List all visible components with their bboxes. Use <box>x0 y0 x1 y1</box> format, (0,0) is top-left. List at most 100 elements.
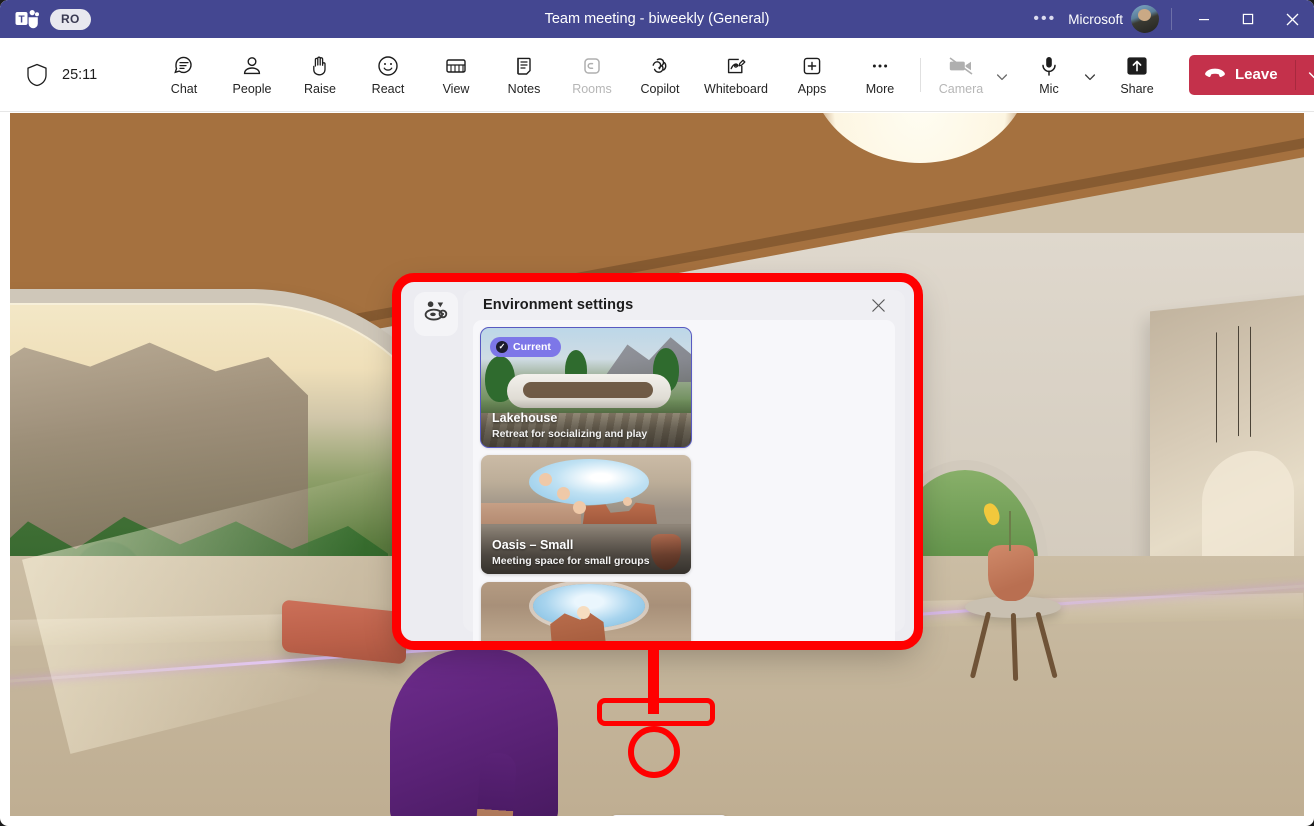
minimize-icon[interactable] <box>1182 0 1226 38</box>
dialog-header: Environment settings <box>463 290 905 320</box>
mic-chevron-down-icon[interactable] <box>1083 48 1103 102</box>
dialog-panel: Environment settings <box>463 290 905 632</box>
toolbar-label: React <box>372 83 405 96</box>
meeting-toolbar: 25:11 Chat People <box>0 38 1314 112</box>
toolbar-label: View <box>443 83 470 96</box>
chat-icon <box>172 53 196 79</box>
user-initials-badge[interactable]: RO <box>50 9 91 30</box>
oasis-large-thumbnail <box>481 582 691 642</box>
environment-settings-icon <box>423 300 449 329</box>
leave-label: Leave <box>1235 66 1278 83</box>
self-avatar-body <box>390 649 558 816</box>
hangup-phone-icon <box>1204 66 1226 84</box>
check-circle-icon: ✓ <box>496 341 508 353</box>
scene-flower-stem <box>1009 511 1011 551</box>
toolbar-primary-actions: Chat People Raise <box>150 46 914 104</box>
environment-name: Lakehouse <box>492 411 557 425</box>
toolbar-divider <box>920 58 921 92</box>
toolbar-label: Apps <box>798 83 827 96</box>
rooms-icon <box>580 53 604 79</box>
camera-chevron-down-icon[interactable] <box>995 48 1015 102</box>
more-ellipsis-icon <box>868 53 892 79</box>
leave-button[interactable]: Leave <box>1189 55 1314 95</box>
toolbar-label: Notes <box>508 83 541 96</box>
toolbar-label: Camera <box>939 83 983 96</box>
self-avatar-arm <box>475 752 517 816</box>
toolbar-item-raise[interactable]: Raise <box>286 46 354 104</box>
toolbar-item-more[interactable]: More <box>846 46 914 104</box>
toolbar-label: Copilot <box>641 83 680 96</box>
view-grid-icon <box>444 53 468 79</box>
title-bar-right-controls: ••• Microsoft <box>1025 0 1314 38</box>
toolbar-item-mic[interactable]: Mic <box>1015 46 1083 104</box>
title-bar: T RO Team meeting - biweekly (General) •… <box>0 0 1314 38</box>
camera-off-icon <box>948 53 974 79</box>
badge-label: Current <box>513 341 551 353</box>
environment-card-grid: ✓ Current Lakehouse Retreat for socializ… <box>473 320 895 642</box>
toolbar-label: Raise <box>304 83 336 96</box>
environment-settings-dialog: Environment settings <box>399 280 915 642</box>
toolbar-item-camera[interactable]: Camera <box>927 46 995 104</box>
environment-name: Oasis – Small <box>492 538 573 552</box>
toolbar-item-view[interactable]: View <box>422 46 490 104</box>
close-icon[interactable] <box>863 290 893 320</box>
apps-plus-icon <box>800 53 824 79</box>
title-divider <box>1171 8 1172 30</box>
thumb-pendant-lamp <box>539 473 552 486</box>
thumb-pendant-lamp <box>577 606 590 619</box>
toolbar-label: Rooms <box>572 83 612 96</box>
scene-vase <box>988 545 1034 601</box>
close-icon[interactable] <box>1270 0 1314 38</box>
people-icon <box>240 53 264 79</box>
tooltip-highlight-outline <box>597 698 715 726</box>
toolbar-item-react[interactable]: React <box>354 46 422 104</box>
environment-button-highlight-outline <box>628 726 680 778</box>
toolbar-label: Share <box>1120 83 1153 96</box>
toolbar-label: People <box>233 83 272 96</box>
toolbar-item-notes[interactable]: Notes <box>490 46 558 104</box>
toolbar-device-controls: Camera Mic <box>914 46 1314 104</box>
toolbar-item-share[interactable]: Share <box>1103 46 1171 104</box>
ellipsis-icon[interactable]: ••• <box>1025 11 1064 27</box>
account-avatar[interactable] <box>1131 5 1159 33</box>
toolbar-item-copilot[interactable]: Copilot <box>626 46 694 104</box>
teams-meeting-window: T RO Team meeting - biweekly (General) •… <box>0 0 1314 826</box>
account-name[interactable]: Microsoft <box>1068 12 1123 27</box>
environment-card-oasis-small[interactable]: Oasis – Small Meeting space for small gr… <box>481 455 691 574</box>
environment-card-lakehouse[interactable]: ✓ Current Lakehouse Retreat for socializ… <box>481 328 691 447</box>
toolbar-item-apps[interactable]: Apps <box>778 46 846 104</box>
shield-icon[interactable] <box>26 63 48 87</box>
status-badge: ✓ Current <box>490 337 561 357</box>
leave-chevron-down-icon[interactable] <box>1296 55 1314 95</box>
thumb-pendant-lamp <box>623 497 632 506</box>
toolbar-label: Chat <box>171 83 197 96</box>
environment-description: Retreat for socializing and play <box>492 428 647 440</box>
toolbar-item-rooms: Rooms <box>558 46 626 104</box>
maximize-icon[interactable] <box>1226 0 1270 38</box>
thumb-pendant-lamp <box>557 487 570 500</box>
share-up-arrow-icon <box>1124 53 1150 79</box>
meeting-timer: 25:11 <box>62 67 106 83</box>
dialog-title: Environment settings <box>483 297 633 313</box>
toolbar-item-chat[interactable]: Chat <box>150 46 218 104</box>
toolbar-item-whiteboard[interactable]: Whiteboard <box>694 46 778 104</box>
toolbar-label: More <box>866 83 894 96</box>
leave-button-main[interactable]: Leave <box>1189 55 1295 95</box>
raise-hand-icon <box>308 53 332 79</box>
svg-text:T: T <box>18 15 24 26</box>
environment-description: Meeting space for small groups <box>492 555 650 567</box>
dialog-left-rail <box>399 280 463 642</box>
toolbar-label: Mic <box>1039 83 1058 96</box>
environment-card-oasis-large[interactable]: Oasis – Large Meeting space for large gr… <box>481 582 691 642</box>
toolbar-item-people[interactable]: People <box>218 46 286 104</box>
thumb-pendant-lamp <box>573 501 586 514</box>
toolbar-label: Whiteboard <box>704 83 768 96</box>
react-smiley-icon <box>376 53 400 79</box>
environment-settings-tooltip: Environment settings <box>611 815 727 816</box>
environment-settings-rail-button[interactable] <box>414 292 458 336</box>
copilot-icon <box>648 53 672 79</box>
notes-icon <box>512 53 536 79</box>
microphone-icon <box>1037 53 1061 79</box>
whiteboard-icon <box>724 53 748 79</box>
teams-logo-icon: T <box>14 7 40 31</box>
